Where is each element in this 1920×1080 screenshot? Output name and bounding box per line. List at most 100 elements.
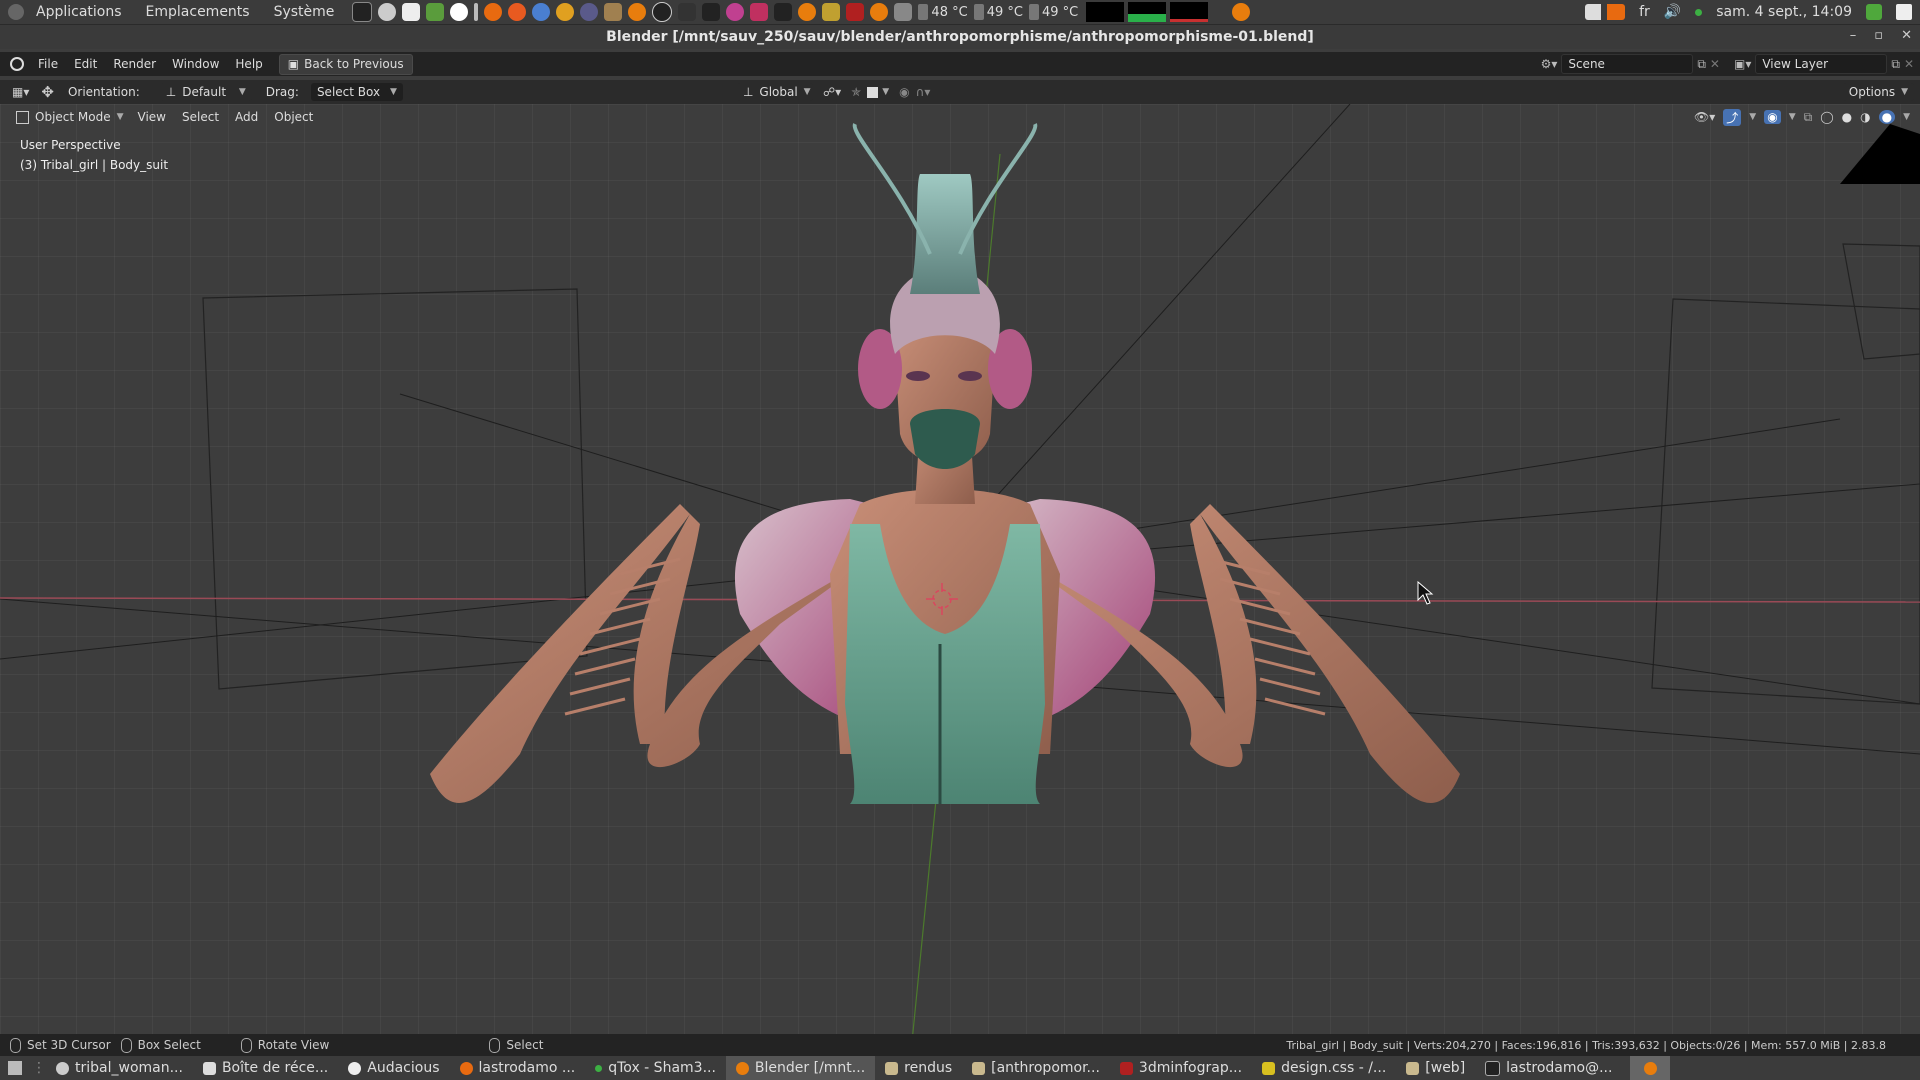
app-icon[interactable] [750,3,769,21]
snap-toggle-icon[interactable]: ✯ [851,85,861,99]
blender-tray-icon[interactable] [1232,3,1251,21]
falloff-icon[interactable]: ∩▾ [916,85,931,99]
transform-orientation-dropdown[interactable]: ⊥ Global ▼ [736,83,813,101]
chevron-down-icon[interactable]: ▼ [1749,112,1756,122]
back-to-previous-button[interactable]: ▣ Back to Previous [278,53,413,75]
minimize-icon[interactable]: – [1850,28,1857,43]
xray-toggle-icon[interactable]: ⧉ [1804,110,1813,125]
pirate-icon[interactable] [774,3,793,21]
keyboard-layout[interactable]: fr [1639,4,1650,20]
window-menu[interactable]: Window [164,57,227,71]
add-menu[interactable]: Add [227,110,266,124]
terminal-icon[interactable] [352,2,373,22]
system-logo-icon[interactable] [8,4,24,20]
blender-logo-icon[interactable] [10,57,24,71]
task-qtox[interactable]: qTox - Sham3... [585,1056,726,1080]
tray-icons[interactable] [1585,4,1626,20]
blender-launcher-icon[interactable] [628,3,647,21]
view-layer-field[interactable]: View Layer [1755,54,1888,74]
overlays-toggle-icon[interactable]: ◉ [1764,110,1781,124]
system-menu[interactable]: Système [262,4,347,20]
edit-menu[interactable]: Edit [66,57,105,71]
solid-shading-icon[interactable]: ● [1842,110,1852,124]
task-terminal[interactable]: lastrodamo@... [1475,1056,1622,1080]
select-menu[interactable]: Select [174,110,227,124]
chevron-down-icon[interactable]: ▼ [1903,112,1910,122]
inkscape-icon[interactable] [678,3,697,21]
task-folder-web[interactable]: [web] [1396,1056,1475,1080]
maximize-icon[interactable]: ▫ [1874,28,1883,43]
file-menu[interactable]: File [30,57,66,71]
drag-dropdown[interactable]: Select Box ▼ [310,83,403,101]
app-icon[interactable] [702,3,721,21]
new-scene-icon[interactable]: ⧉ [1697,57,1706,72]
filezilla-icon[interactable] [846,3,865,21]
view-layer-type-icon[interactable]: ▣▾ [1734,57,1751,71]
update-icon[interactable] [1866,4,1882,20]
chromium-icon[interactable] [532,3,551,21]
app-icon[interactable] [726,3,745,21]
task-app[interactable]: lastrodamo ... [450,1056,586,1080]
help-menu[interactable]: Help [227,57,270,71]
show-desktop-icon[interactable] [8,1061,22,1075]
scene-field[interactable]: Scene [1561,54,1694,74]
3d-viewport[interactable] [0,104,1920,1042]
wireframe-shading-icon[interactable]: ◯ [1820,110,1833,124]
task-folder-rendus[interactable]: rendus [875,1056,962,1080]
object-menu[interactable]: Object [266,110,321,124]
blender-launcher-icon[interactable] [798,3,817,21]
keepass-icon[interactable] [426,3,445,21]
obs-icon[interactable] [652,2,673,22]
proportional-edit-icon[interactable]: ◉ [899,85,909,99]
options-dropdown[interactable]: Options ▼ [1842,83,1914,101]
blender-taskbar-icon[interactable] [1630,1056,1671,1080]
object-mode-dropdown[interactable]: Object Mode ▼ [10,108,130,126]
clock[interactable]: sam. 4 sept., 14:09 [1716,4,1852,20]
window-titlebar[interactable]: Blender [/mnt/sauv_250/sauv/blender/anth… [0,25,1920,49]
blender-launcher-icon[interactable] [870,3,889,21]
delete-scene-icon[interactable]: ✕ [1710,57,1720,71]
x-app-icon[interactable] [484,3,503,21]
gizmo-toggle-icon[interactable]: ⤴ [1723,108,1742,126]
snap-element-icon[interactable] [867,86,879,98]
applications-menu[interactable]: Applications [24,4,134,20]
steam-icon[interactable] [450,3,469,21]
web-browser-icon[interactable] [378,3,397,21]
viewport-scene[interactable] [0,104,1920,1042]
gimp-icon[interactable] [604,3,623,21]
delete-view-layer-icon[interactable]: ✕ [1904,57,1914,71]
new-view-layer-icon[interactable]: ⧉ [1891,57,1900,72]
app-icon[interactable] [822,3,841,21]
task-filezilla[interactable]: 3dminfograp... [1110,1056,1252,1080]
scene-type-icon[interactable]: ⚙▾ [1541,57,1558,71]
chevron-down-icon[interactable]: ▼ [1789,112,1796,122]
chevron-down-icon[interactable]: ▼ [882,87,889,97]
sensor-icon[interactable] [894,3,913,21]
close-icon[interactable]: ✕ [1901,28,1912,43]
task-editor[interactable]: design.css - /... [1252,1056,1396,1080]
material-shading-icon[interactable]: ◑ [1860,110,1870,124]
app-icon[interactable] [556,3,575,21]
chevron-down-icon: ▼ [1901,87,1908,97]
text-editor-icon[interactable] [402,3,421,21]
task-folder-anthropomor[interactable]: [anthropomor... [962,1056,1110,1080]
orientation-dropdown[interactable]: ⊥ Default ▼ [159,83,252,101]
pivot-point-icon[interactable]: ☍▾ [823,85,841,99]
task-blender[interactable]: Blender [/mnt... [725,1056,876,1080]
visibility-icon[interactable]: 👁▾ [1694,110,1715,124]
places-menu[interactable]: Emplacements [134,4,262,20]
render-menu[interactable]: Render [105,57,164,71]
more-icon[interactable] [474,3,479,21]
firefox-icon[interactable] [508,3,527,21]
tool-header: ▦▾ ✥ Orientation: ⊥ Default ▼ Drag: Sele… [0,80,1920,104]
volume-icon[interactable]: 🔊 [1664,4,1681,20]
move-tool-icon[interactable]: ✥ [41,83,54,101]
task-mail[interactable]: Boîte de réce... [193,1056,338,1080]
clock-app-icon[interactable] [580,3,599,21]
tool-settings-icon[interactable]: ▦▾ [12,85,29,99]
show-desktop-icon[interactable] [1896,4,1912,20]
view-menu[interactable]: View [130,110,174,124]
rendered-shading-icon[interactable]: ● [1878,110,1896,124]
task-audacious[interactable]: Audacious [338,1056,449,1080]
task-image-viewer[interactable]: tribal_woman... [46,1056,193,1080]
